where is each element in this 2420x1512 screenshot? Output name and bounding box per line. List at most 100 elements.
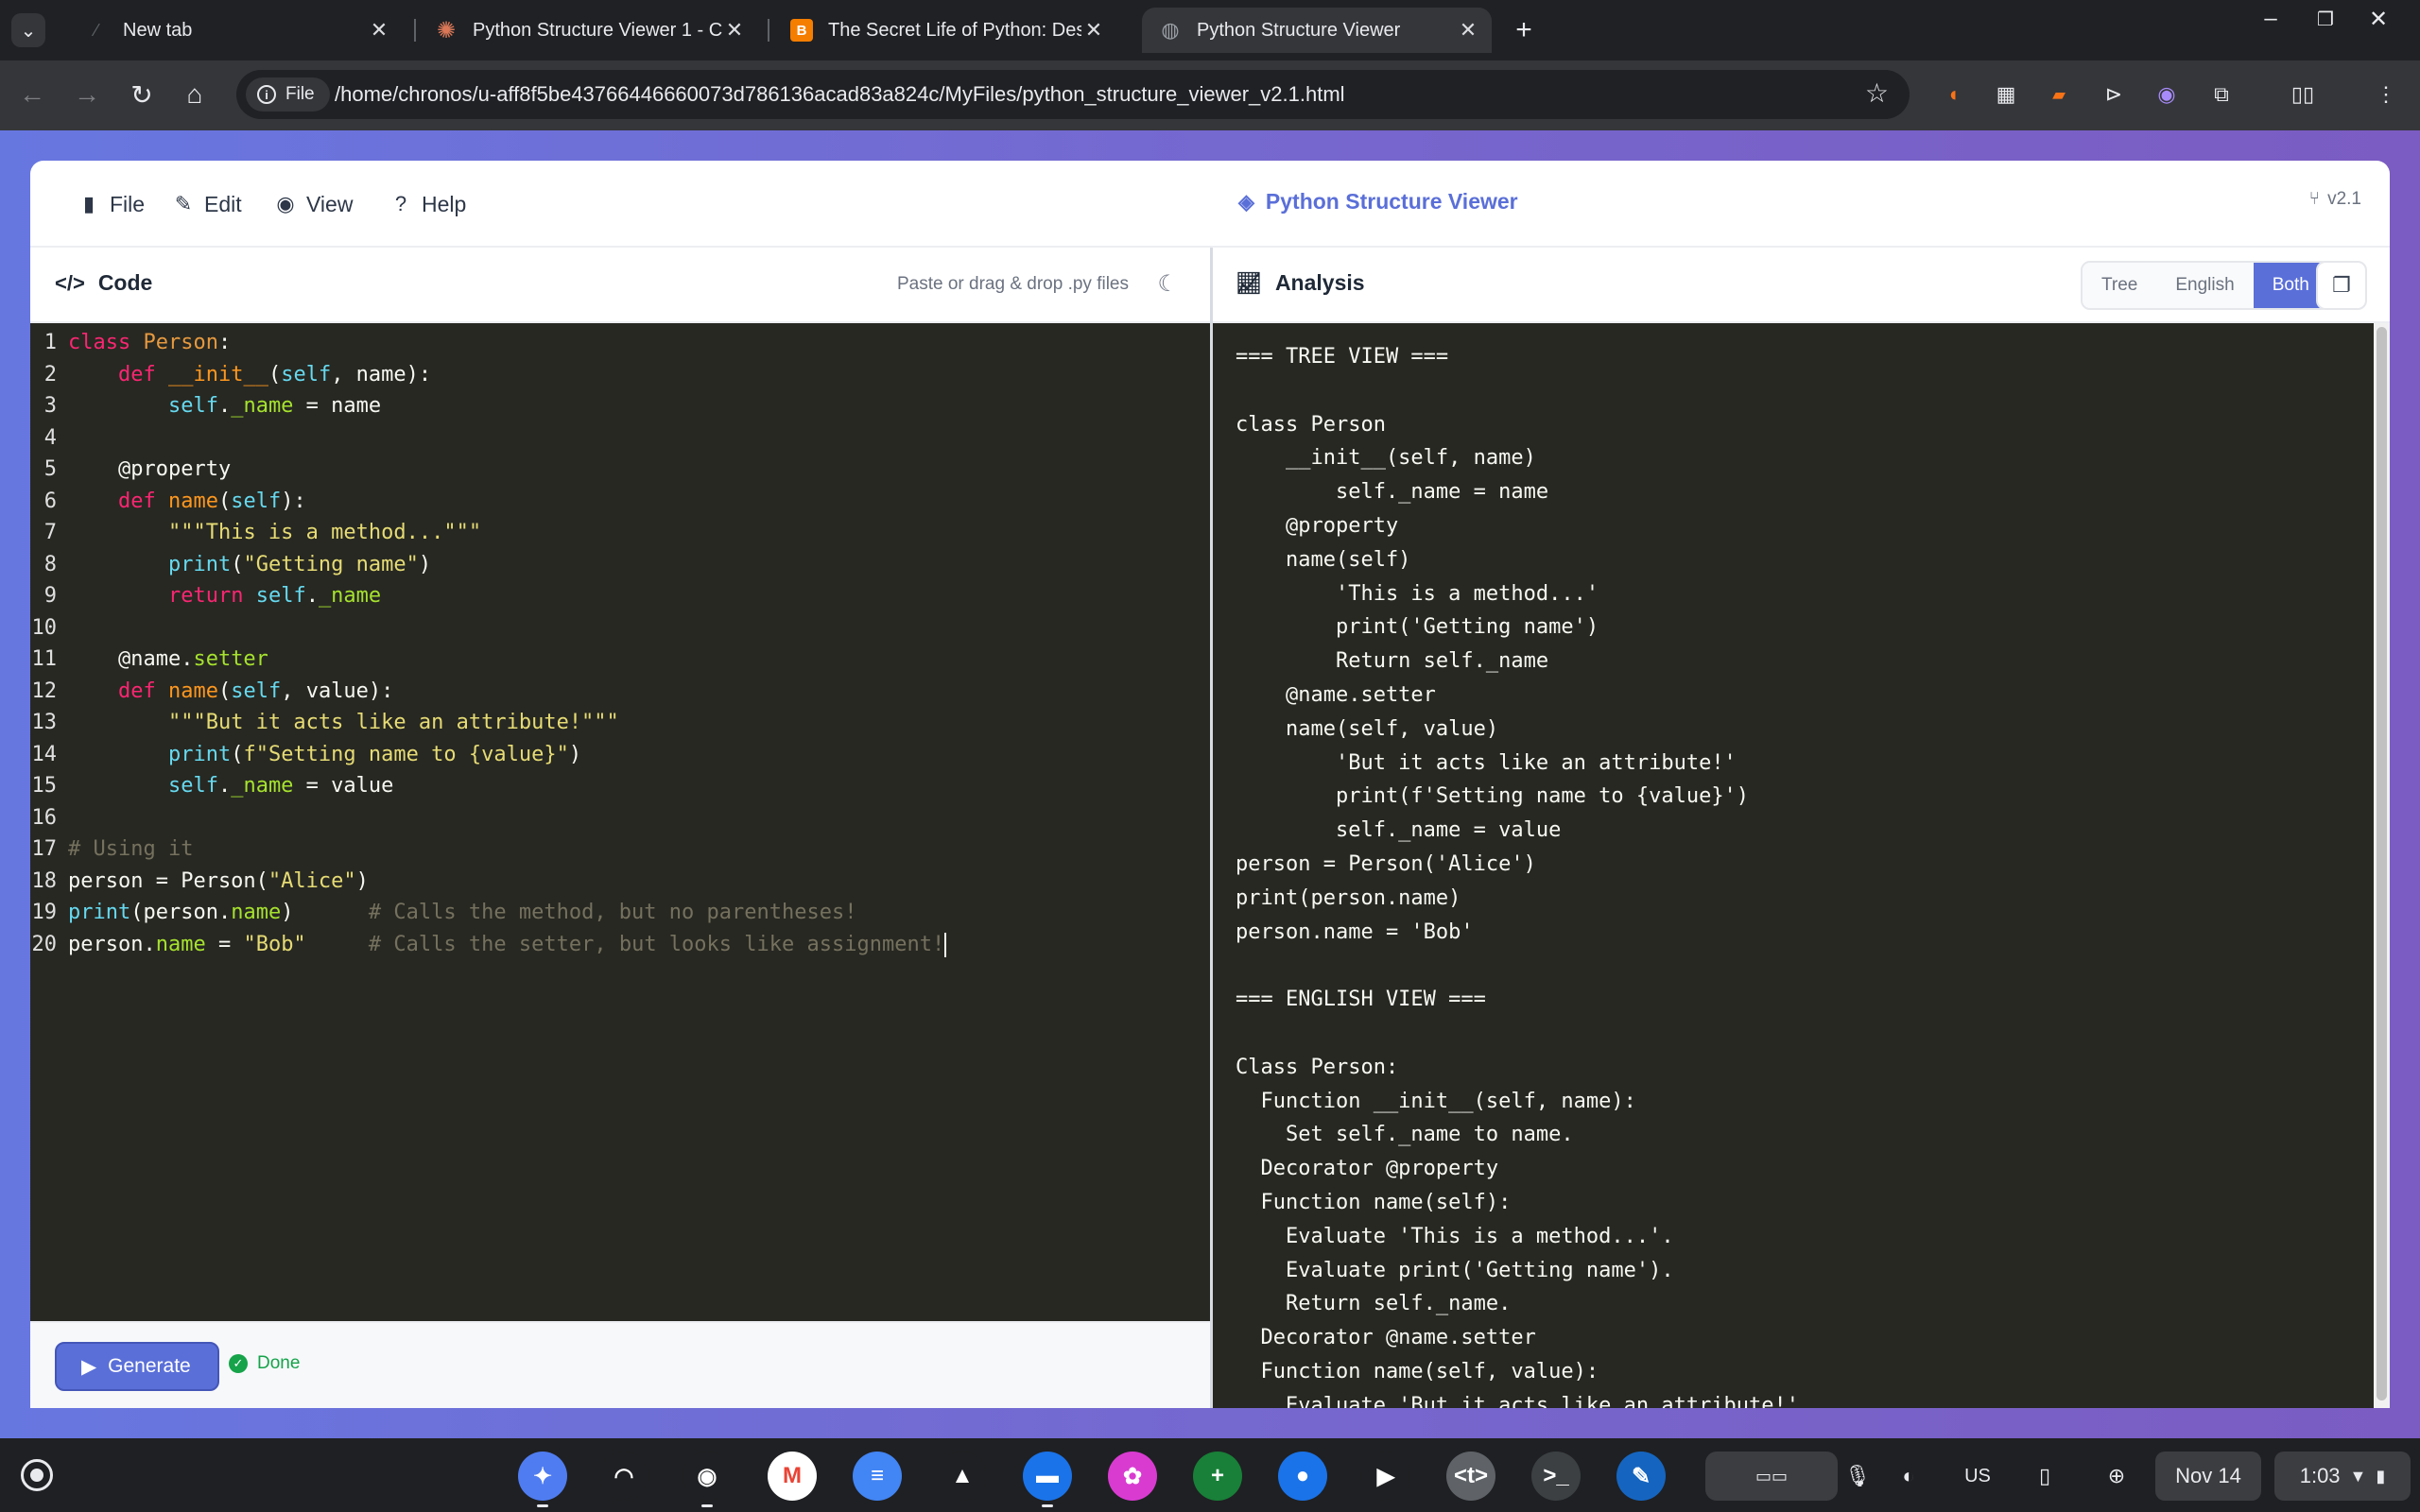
- url-text[interactable]: /home/chronos/u-aff8f5be43766446660073d7…: [335, 82, 1345, 107]
- bookmark-star-icon[interactable]: ☆: [1865, 77, 1889, 109]
- docs-app-icon[interactable]: ≡: [853, 1452, 902, 1501]
- output-line: Function __init__(self, name):: [1236, 1089, 1636, 1113]
- cast-app-icon[interactable]: ◠: [599, 1452, 648, 1501]
- sheets-app-icon[interactable]: +: [1193, 1452, 1242, 1501]
- code-line[interactable]: 16: [30, 802, 1210, 834]
- menu-edit[interactable]: ✎ Edit: [172, 189, 242, 219]
- menu-view[interactable]: ◉ View: [274, 189, 353, 219]
- extension-play-icon[interactable]: ⊳: [2099, 79, 2129, 110]
- menu-file[interactable]: ▮ File: [78, 189, 145, 219]
- code-line[interactable]: 17 # Using it: [30, 833, 1210, 866]
- view-mode-tree[interactable]: Tree: [2083, 263, 2157, 308]
- chat-app-icon[interactable]: ●: [1278, 1452, 1327, 1501]
- code-line[interactable]: 8 print("Getting name"): [30, 549, 1210, 581]
- code-line[interactable]: 18 person = Person("Alice"): [30, 866, 1210, 898]
- code-line[interactable]: 20 person.name = "Bob" # Calls the setter…: [30, 929, 1210, 961]
- code-editor[interactable]: 1 class Person: 2 def __init__(self, name)…: [30, 323, 1210, 1321]
- code-line[interactable]: 12 def name(self, value):: [30, 676, 1210, 708]
- code-line[interactable]: 19 print(person.name) # Calls the method,…: [30, 897, 1210, 929]
- code-line[interactable]: 11 @name.setter: [30, 644, 1210, 676]
- extension-terminal-icon[interactable]: ▰: [2044, 79, 2074, 110]
- tab-new-tab[interactable]: ⁄ New tab ✕: [72, 8, 403, 53]
- home-icon[interactable]: ⌂: [176, 76, 214, 113]
- gmail-app-icon[interactable]: M: [768, 1452, 817, 1501]
- new-tab-button[interactable]: +: [1505, 11, 1543, 49]
- window-close-icon[interactable]: ✕: [2360, 6, 2397, 33]
- terminal-app-icon[interactable]: >_: [1531, 1452, 1581, 1501]
- code-line[interactable]: 14 print(f"Setting name to {value}"): [30, 739, 1210, 771]
- reading-mode-icon[interactable]: ▯▯: [2288, 79, 2318, 110]
- date-display[interactable]: Nov 14: [2155, 1452, 2261, 1501]
- browser-tab-strip: ⌄ ⁄ New tab ✕ ✺ Python Structure Viewer …: [0, 0, 2420, 60]
- code-line[interactable]: 7 """This is a method...""": [30, 517, 1210, 549]
- line-number: 4: [43, 425, 57, 450]
- drive-app-icon[interactable]: ▲: [938, 1452, 987, 1501]
- running-indicator: [1042, 1504, 1053, 1507]
- drop-hint: Paste or drag & drop .py files: [896, 274, 1129, 294]
- running-indicator: [537, 1504, 548, 1507]
- system-tray[interactable]: 1:03 ▼ ▮: [2274, 1452, 2411, 1501]
- add-icon[interactable]: ⊕: [2097, 1452, 2136, 1501]
- accessibility-icon[interactable]: ◐: [1889, 1452, 1928, 1501]
- extension-circle-icon[interactable]: ◉: [2152, 79, 2182, 110]
- text-app-icon[interactable]: <t>: [1446, 1452, 1495, 1501]
- close-icon[interactable]: ✕: [722, 18, 747, 43]
- tab-python-structure-viewer-1[interactable]: ✺ Python Structure Viewer 1 - Cla ✕: [422, 8, 758, 53]
- extension-audio-icon[interactable]: ◖: [1938, 79, 1968, 110]
- code-line[interactable]: 2 def __init__(self, name):: [30, 359, 1210, 391]
- reload-icon[interactable]: ↻: [123, 76, 161, 113]
- output-line: Evaluate print('Getting name').: [1236, 1258, 1674, 1282]
- close-icon[interactable]: ✕: [1456, 18, 1480, 43]
- tab-secret-life-of-python[interactable]: B The Secret Life of Python: Desc ✕: [777, 8, 1117, 53]
- keyboard-layout[interactable]: US: [1955, 1452, 2000, 1501]
- code-line[interactable]: 9 return self._name: [30, 580, 1210, 612]
- chrome-app-icon[interactable]: ◉: [683, 1452, 732, 1501]
- generate-button[interactable]: ▶ Generate: [55, 1342, 219, 1391]
- files-app-icon[interactable]: ▬: [1023, 1452, 1072, 1501]
- tab-separator: [414, 19, 416, 42]
- tab-search-button[interactable]: ⌄: [11, 13, 45, 47]
- close-icon[interactable]: ✕: [1081, 18, 1106, 43]
- play-app-icon[interactable]: ▶: [1361, 1452, 1410, 1501]
- code-line-text: person = Person("Alice"): [68, 868, 369, 893]
- back-arrow-icon[interactable]: ←: [13, 76, 51, 113]
- close-icon[interactable]: ✕: [367, 18, 391, 43]
- minimize-icon[interactable]: –: [2252, 6, 2290, 32]
- output-line: Set self._name to name.: [1236, 1123, 1574, 1147]
- site-info-chip[interactable]: i File: [246, 77, 330, 112]
- code-line[interactable]: 10: [30, 612, 1210, 644]
- file-icon: ▮: [82, 192, 95, 215]
- code-line-text: # Using it: [68, 837, 194, 861]
- tab-python-structure-viewer-active[interactable]: ◍ Python Structure Viewer ✕: [1142, 8, 1492, 53]
- code-line[interactable]: 15 self._name = value: [30, 770, 1210, 802]
- scrollbar-thumb[interactable]: [2377, 327, 2387, 1400]
- menu-help[interactable]: ? Help: [389, 189, 466, 219]
- code-line[interactable]: 4: [30, 422, 1210, 455]
- address-bar[interactable]: i File /home/chronos/u-aff8f5be437664466…: [236, 70, 1910, 119]
- output-line: person.name = 'Bob': [1236, 919, 1474, 944]
- qr-code-icon[interactable]: ▦: [1991, 79, 2021, 110]
- phone-hub-icon[interactable]: ▯: [2025, 1452, 2065, 1501]
- code-line[interactable]: 13 """But it acts like an attribute!""": [30, 707, 1210, 739]
- output-scrollbar[interactable]: [2374, 323, 2390, 1408]
- code-line[interactable]: 6 def name(self):: [30, 486, 1210, 518]
- extensions-puzzle-icon[interactable]: ⧉: [2206, 79, 2237, 110]
- more-menu-icon[interactable]: ⋮: [2371, 79, 2401, 110]
- code-line[interactable]: 3 self._name = name: [30, 390, 1210, 422]
- restore-icon[interactable]: ❐: [2307, 8, 2344, 31]
- line-number: 3: [43, 394, 57, 418]
- launcher-button[interactable]: [21, 1459, 53, 1491]
- microphone-icon[interactable]: 🎙︎: [1838, 1452, 1877, 1501]
- dark-mode-toggle-icon[interactable]: ☾: [1157, 270, 1178, 298]
- git-branch-icon: ⑂: [2308, 189, 2321, 209]
- time-display: 1:03: [2299, 1464, 2341, 1487]
- app-14-icon[interactable]: ✎: [1616, 1452, 1666, 1501]
- copy-button[interactable]: ❐: [2316, 261, 2367, 310]
- forward-arrow-icon[interactable]: →: [68, 76, 106, 113]
- gemini-app-icon[interactable]: ✦: [518, 1452, 567, 1501]
- view-mode-english[interactable]: English: [2156, 263, 2254, 308]
- code-line[interactable]: 1 class Person:: [30, 327, 1210, 359]
- code-line[interactable]: 5 @property: [30, 454, 1210, 486]
- gallery-app-icon[interactable]: ✿: [1108, 1452, 1157, 1501]
- window-preview-thumbnail[interactable]: ▭▭: [1705, 1452, 1838, 1501]
